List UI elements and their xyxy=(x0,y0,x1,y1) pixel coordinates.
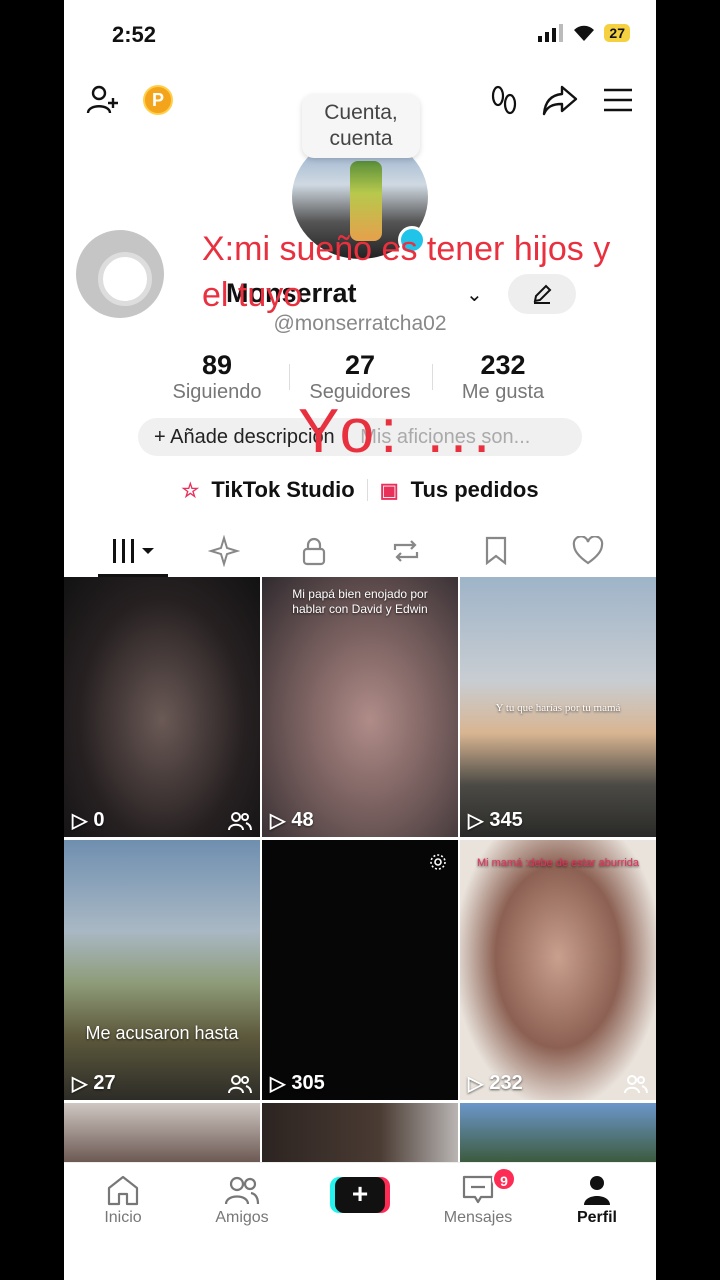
add-user-icon xyxy=(86,85,118,114)
video-caption: Mi mamá :debe de estar aburrida xyxy=(476,857,640,869)
video-caption: Y tu que harías por tu mamá xyxy=(495,702,621,714)
live-broadcast-icon xyxy=(430,854,446,870)
video-caption: Mi papá bien enojado por hablar con Davi… xyxy=(292,587,428,616)
studio-icon: ☆ xyxy=(181,479,200,502)
bottom-nav: Inicio Amigos + Mensajes 9 Perfil xyxy=(64,1162,656,1280)
view-count: ▷ 48 xyxy=(270,809,314,832)
video-tile[interactable]: Mi papá bien enojado por hablar con Davi… xyxy=(262,577,458,837)
home-icon xyxy=(107,1175,139,1206)
coins-button[interactable]: P xyxy=(138,80,178,120)
play-icon: ▷ xyxy=(72,810,88,832)
friends-only-icon xyxy=(228,1075,252,1094)
tiktok-studio-link[interactable]: TikTok Studio xyxy=(211,477,354,503)
play-icon: ▷ xyxy=(270,810,286,832)
messages-badge: 9 xyxy=(492,1167,516,1191)
share-button[interactable] xyxy=(540,80,580,120)
view-count: ▷ 305 xyxy=(270,1072,325,1095)
add-friend-button[interactable] xyxy=(82,80,122,120)
video-tile[interactable]: Mi mamá :debe de estar aburrida ▷ 232 xyxy=(460,840,656,1100)
nav-friends-label: Amigos xyxy=(215,1209,269,1226)
play-icon: ▷ xyxy=(72,1073,88,1095)
story-tooltip: Cuenta, cuenta xyxy=(302,94,420,158)
repost-icon xyxy=(393,540,419,562)
likes-count: 232 xyxy=(480,350,526,380)
footprints-icon xyxy=(491,85,517,115)
status-icons: 27 xyxy=(538,24,630,42)
battery-level: 27 xyxy=(604,24,630,42)
videos-grid-icon xyxy=(113,539,154,563)
video-tile[interactable] xyxy=(460,1103,656,1163)
nav-messages-label: Mensajes xyxy=(443,1209,513,1226)
sparkle-icon xyxy=(208,535,240,567)
video-tile[interactable]: Me acusaron hasta ▷ 27 xyxy=(64,840,260,1100)
status-bar: 2:52 27 xyxy=(64,0,656,70)
nav-profile[interactable]: Perfil xyxy=(547,1171,647,1227)
video-caption: Me acusaron hasta xyxy=(85,1023,239,1043)
video-tile[interactable] xyxy=(64,1103,260,1163)
profile-links: ☆ TikTok Studio ▣ Tus pedidos xyxy=(64,474,656,506)
play-icon: ▷ xyxy=(468,1073,484,1095)
bookmark-icon xyxy=(485,536,507,566)
following-count: 89 xyxy=(201,350,233,380)
play-icon: ▷ xyxy=(468,810,484,832)
tab-saved[interactable] xyxy=(466,534,526,568)
menu-button[interactable] xyxy=(598,80,638,120)
video-tile[interactable]: ▷ 0 xyxy=(64,577,260,837)
friends-only-icon xyxy=(624,1075,648,1094)
stat-following[interactable]: 89 Siguiendo xyxy=(147,350,287,404)
play-icon: ▷ xyxy=(270,1073,286,1095)
following-label: Siguiendo xyxy=(172,381,262,403)
inbox-icon xyxy=(462,1175,494,1204)
overlay-caption-top: X:mi sueño es tener hijos y el tuyo xyxy=(202,230,611,314)
view-count: ▷ 232 xyxy=(468,1072,523,1095)
video-tile[interactable] xyxy=(262,1103,458,1163)
nav-home-label: Inicio xyxy=(104,1209,142,1226)
view-count: ▷ 27 xyxy=(72,1072,116,1095)
view-count: ▷ 0 xyxy=(72,809,105,832)
tab-repost[interactable] xyxy=(376,534,436,568)
nav-home[interactable]: Inicio xyxy=(73,1171,173,1227)
orders-link[interactable]: Tus pedidos xyxy=(411,477,539,503)
profile-screen: 2:52 27 P Cuenta, cuenta Monserrat ⌄ X:m… xyxy=(64,0,656,1280)
content-tabs xyxy=(64,526,656,576)
heart-icon xyxy=(572,536,604,565)
menu-icon xyxy=(604,88,632,112)
link-divider xyxy=(366,479,368,501)
tab-private[interactable] xyxy=(284,534,344,568)
plus-icon: + xyxy=(335,1177,385,1213)
video-tile[interactable]: Y tu que harías por tu mamá ▷ 345 xyxy=(460,577,656,837)
nav-profile-label: Perfil xyxy=(576,1209,617,1226)
nav-friends[interactable]: Amigos xyxy=(192,1171,292,1227)
wifi-icon xyxy=(574,25,595,41)
signal-icon xyxy=(538,24,564,42)
tab-videos[interactable] xyxy=(104,534,164,568)
view-count: ▷ 345 xyxy=(468,809,523,832)
tab-reposts[interactable] xyxy=(194,534,254,568)
friends-only-icon xyxy=(228,812,252,831)
status-time: 2:52 xyxy=(112,22,157,47)
followers-count: 27 xyxy=(344,350,376,380)
create-button[interactable]: + xyxy=(330,1177,390,1213)
profile-icon xyxy=(584,1176,610,1205)
video-tile[interactable]: ▷ 305 xyxy=(262,840,458,1100)
overlay-caption-bottom: Yo: ... xyxy=(298,397,497,466)
shopping-bag-icon: ▣ xyxy=(379,479,399,502)
share-icon xyxy=(542,85,578,116)
friends-icon xyxy=(224,1176,260,1205)
coin-icon: P xyxy=(143,85,173,115)
tab-liked[interactable] xyxy=(558,534,618,568)
lock-icon xyxy=(302,537,326,566)
footprints-button[interactable] xyxy=(484,80,524,120)
